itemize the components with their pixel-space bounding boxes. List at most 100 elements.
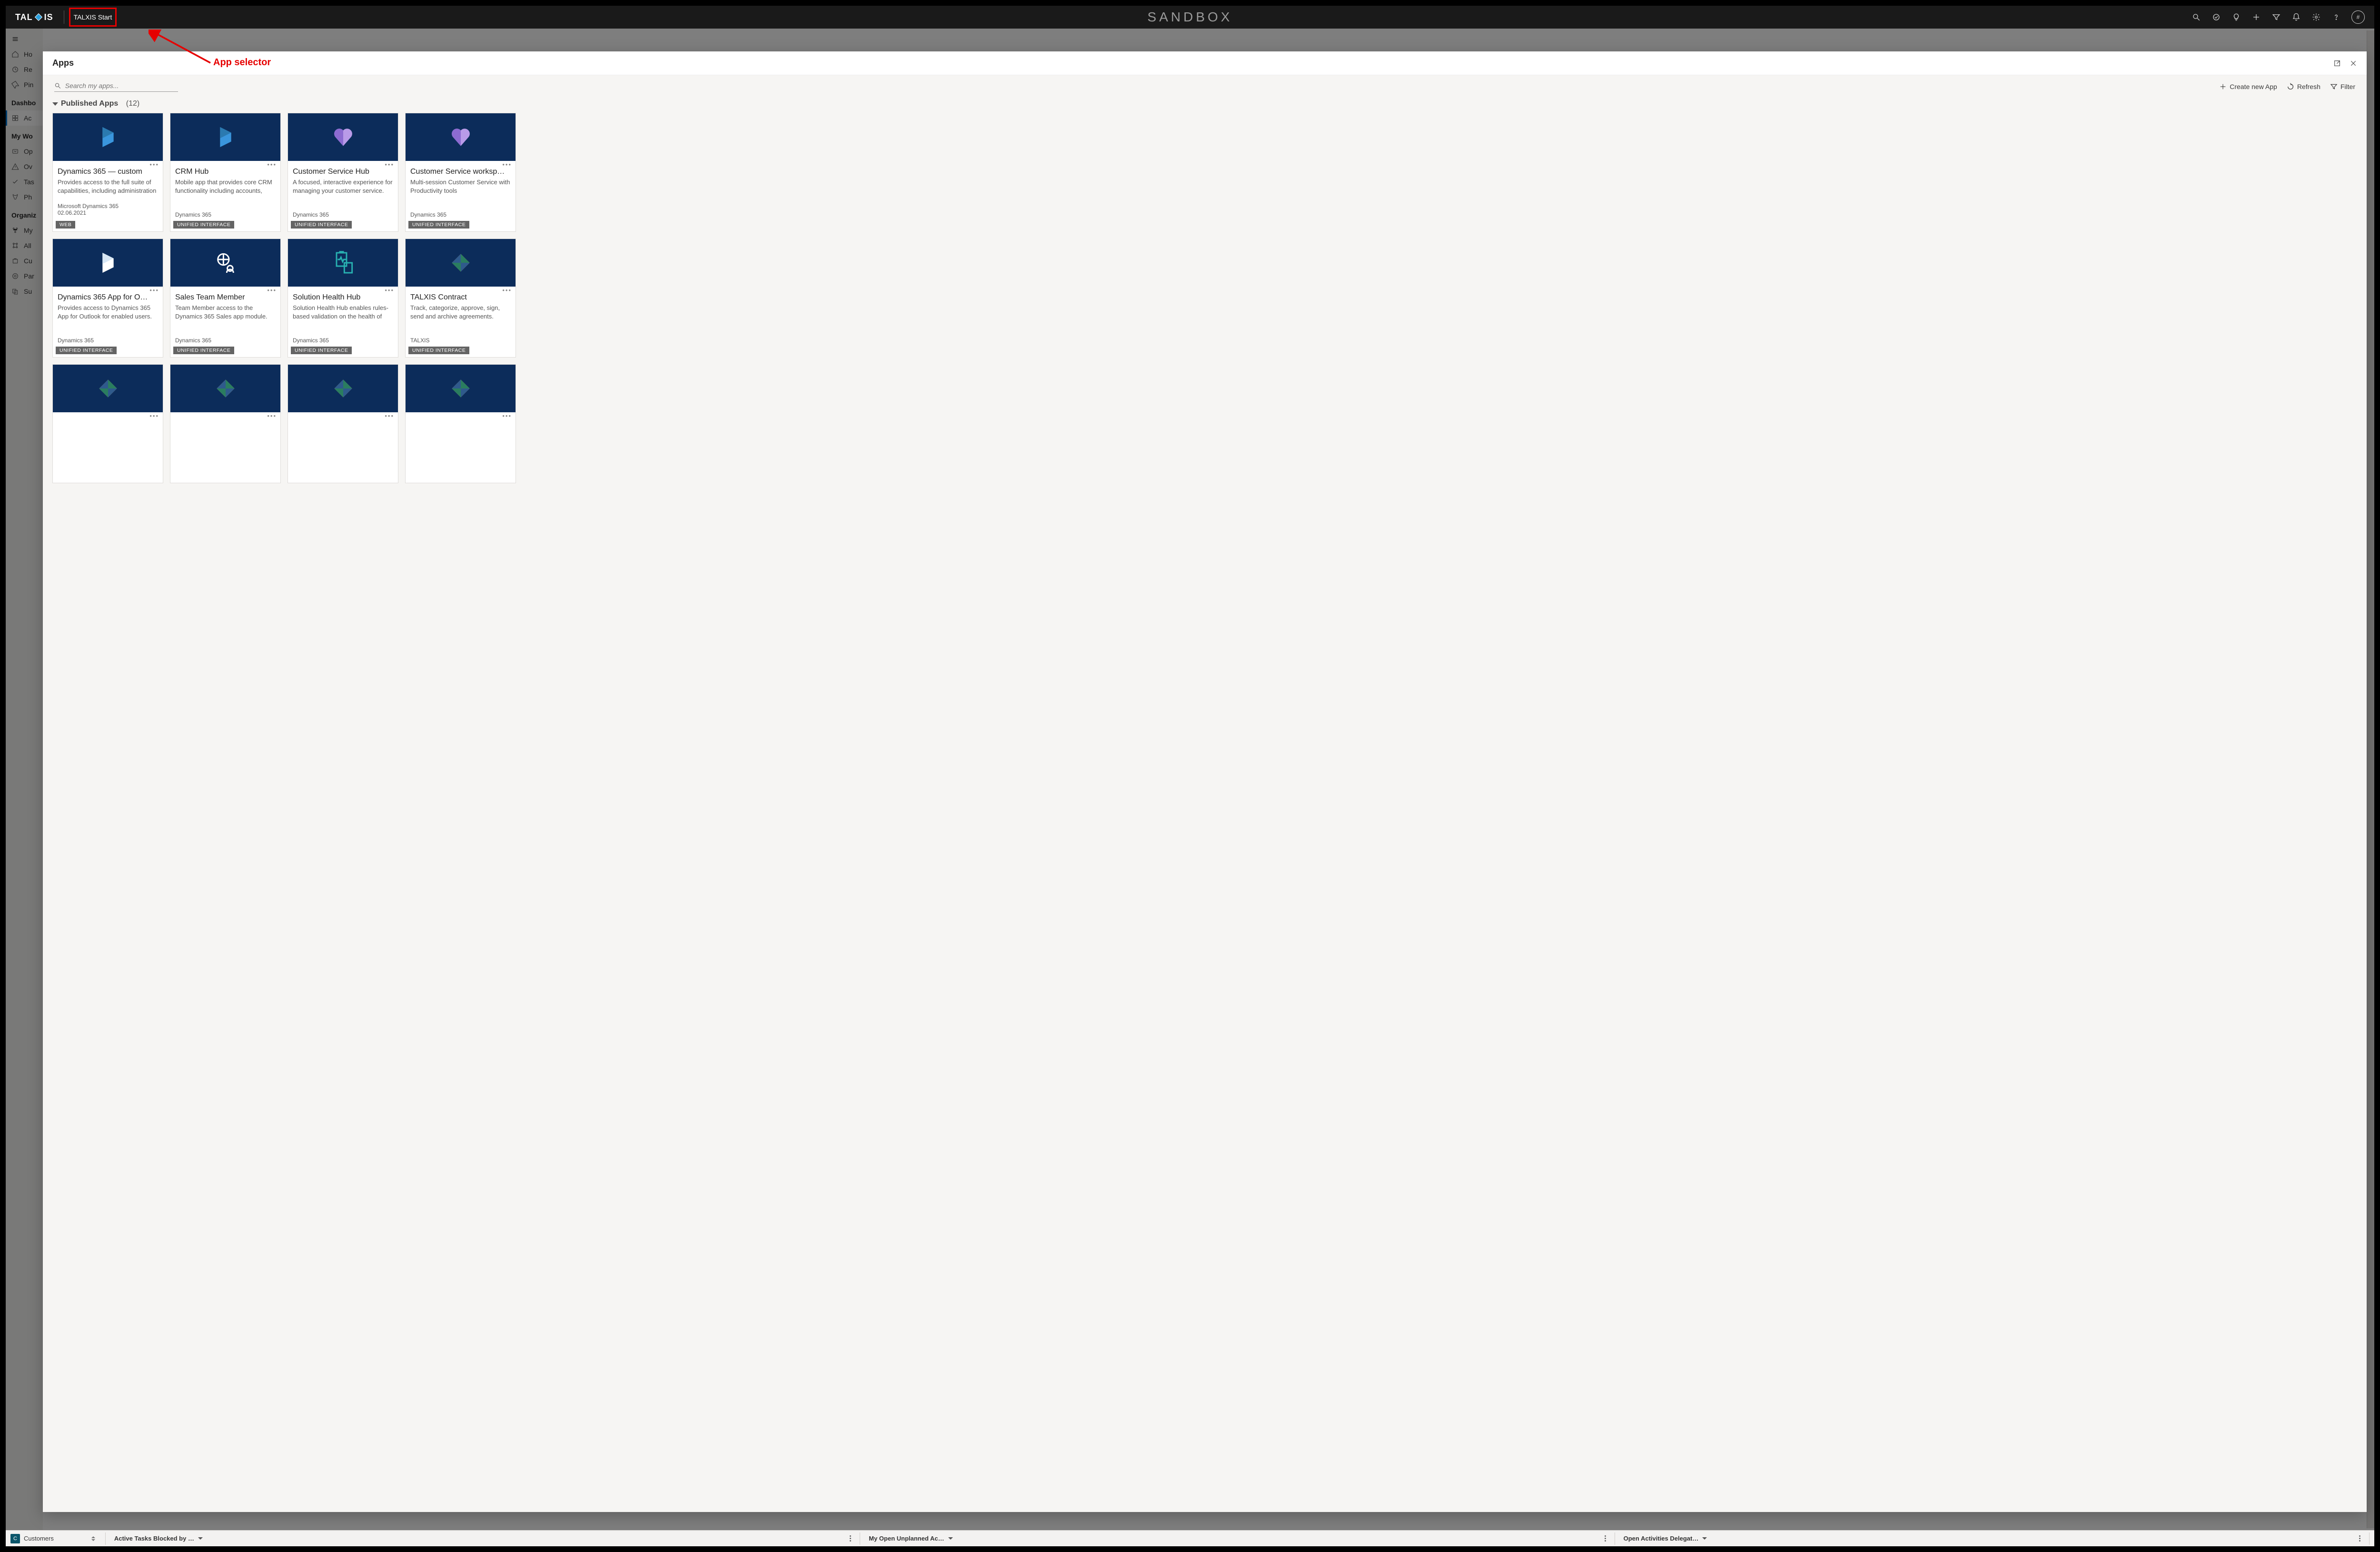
- app-card[interactable]: •••Customer Service worksp…Multi-session…: [405, 113, 516, 232]
- card-description: Team Member access to the Dynamics 365 S…: [170, 304, 280, 321]
- ellipsis-icon: •••: [267, 163, 277, 168]
- brand-x-icon: [34, 13, 43, 21]
- gear-icon[interactable]: [2311, 12, 2321, 22]
- brand-pre: TAL: [15, 12, 33, 22]
- app-card[interactable]: •••: [52, 364, 163, 483]
- chevron-down-icon: [948, 1537, 953, 1540]
- card-hero: [53, 365, 163, 412]
- app-card[interactable]: •••Dynamics 365 — customProvides access …: [52, 113, 163, 232]
- filter-button[interactable]: Filter: [2330, 83, 2355, 90]
- funnel-icon: [2330, 83, 2338, 90]
- app-card[interactable]: •••TALXIS ContractTrack, categorize, app…: [405, 239, 516, 358]
- card-publisher: Dynamics 365: [288, 209, 398, 218]
- card-menu-button[interactable]: •••: [53, 287, 163, 293]
- app-card[interactable]: •••CRM HubMobile app that provides core …: [170, 113, 281, 232]
- app-selector-label: TALXIS Start: [74, 13, 112, 21]
- card-menu-button[interactable]: •••: [406, 161, 516, 168]
- refresh-button[interactable]: Refresh: [2287, 83, 2320, 90]
- user-avatar[interactable]: #: [2351, 10, 2365, 24]
- card-menu-button[interactable]: •••: [170, 161, 280, 168]
- create-label: Create new App: [2230, 83, 2277, 90]
- brand-post: IS: [44, 12, 53, 22]
- search-input-wrap[interactable]: [54, 81, 178, 92]
- refresh-label: Refresh: [2297, 83, 2320, 90]
- card-title: Dynamics 365 App for O…: [53, 293, 163, 304]
- card-badge: UNIFIED INTERFACE: [56, 347, 117, 354]
- help-icon[interactable]: [2331, 12, 2341, 22]
- footer-view-item[interactable]: Open Activities Delegat…: [1624, 1535, 2360, 1542]
- card-hero: [288, 113, 398, 161]
- card-hero: [53, 113, 163, 161]
- card-menu-button[interactable]: •••: [288, 287, 398, 293]
- panel-title: Apps: [52, 58, 74, 68]
- card-description: Mobile app that provides core CRM functi…: [170, 178, 280, 195]
- app-card[interactable]: •••: [288, 364, 398, 483]
- card-title: CRM Hub: [170, 168, 280, 178]
- card-publisher: Dynamics 365: [53, 334, 163, 344]
- kebab-icon[interactable]: [850, 1535, 851, 1542]
- ellipsis-icon: •••: [267, 414, 277, 419]
- card-menu-button[interactable]: •••: [170, 412, 280, 419]
- bell-icon[interactable]: [2291, 12, 2301, 22]
- card-menu-button[interactable]: •••: [170, 287, 280, 293]
- kebab-icon[interactable]: [2359, 1535, 2360, 1542]
- footer-view-item[interactable]: My Open Unplanned Ac…: [869, 1535, 1606, 1542]
- card-badge: UNIFIED INTERFACE: [173, 221, 234, 229]
- card-menu-button[interactable]: •••: [53, 161, 163, 168]
- card-badge: UNIFIED INTERFACE: [408, 221, 469, 229]
- footer-divider: [105, 1532, 106, 1545]
- chevron-down-icon: [52, 102, 58, 106]
- topbar-actions: #: [2192, 10, 2365, 24]
- plus-icon[interactable]: [2251, 12, 2261, 22]
- card-menu-button[interactable]: •••: [406, 412, 516, 419]
- card-title: Solution Health Hub: [288, 293, 398, 304]
- card-menu-button[interactable]: •••: [288, 412, 398, 419]
- brand-logo: TAL IS: [15, 12, 53, 22]
- card-badge: UNIFIED INTERFACE: [173, 347, 234, 354]
- apps-grid-scroll[interactable]: •••Dynamics 365 — customProvides access …: [43, 113, 2367, 1512]
- card-hero: [406, 239, 516, 287]
- ellipsis-icon: •••: [267, 289, 277, 293]
- footer-view-item[interactable]: Active Tasks Blocked by …: [114, 1535, 851, 1542]
- kebab-icon[interactable]: [1605, 1535, 1606, 1542]
- card-badge: UNIFIED INTERFACE: [291, 221, 352, 229]
- card-menu-button[interactable]: •••: [406, 287, 516, 293]
- app-card[interactable]: •••Customer Service HubA focused, intera…: [288, 113, 398, 232]
- app-selector[interactable]: TALXIS Start: [72, 10, 114, 24]
- popout-icon[interactable]: [2333, 60, 2341, 67]
- close-icon[interactable]: [2350, 60, 2357, 67]
- card-menu-button[interactable]: •••: [53, 412, 163, 419]
- card-badge: UNIFIED INTERFACE: [408, 347, 469, 354]
- card-description: [170, 421, 280, 438]
- app-card[interactable]: •••Solution Health HubSolution Health Hu…: [288, 239, 398, 358]
- section-title: Published Apps: [61, 99, 118, 108]
- card-description: Provides access to the full suite of cap…: [53, 178, 163, 195]
- app-card[interactable]: •••Sales Team MemberTeam Member access t…: [170, 239, 281, 358]
- card-title: Dynamics 365 — custom: [53, 168, 163, 178]
- card-badge: WEB: [56, 221, 75, 229]
- footer-divider: [2369, 1532, 2370, 1545]
- app-card[interactable]: •••: [405, 364, 516, 483]
- create-new-app-button[interactable]: Create new App: [2219, 83, 2277, 90]
- card-publisher: Dynamics 365: [170, 209, 280, 218]
- task-check-icon[interactable]: [2211, 12, 2221, 22]
- footer-area-selector[interactable]: C Customers: [10, 1534, 97, 1543]
- environment-label: SANDBOX: [1148, 10, 1233, 25]
- card-description: Provides access to Dynamics 365 App for …: [53, 304, 163, 321]
- funnel-icon[interactable]: [2271, 12, 2281, 22]
- card-description: [406, 421, 516, 438]
- search-icon[interactable]: [2192, 12, 2201, 22]
- apps-panel: Apps Create new App Refresh: [43, 51, 2367, 1512]
- ellipsis-icon: •••: [502, 414, 512, 419]
- card-hero: [288, 239, 398, 287]
- card-title: Customer Service worksp…: [406, 168, 516, 178]
- panel-header: Apps: [43, 51, 2367, 75]
- app-card[interactable]: •••: [170, 364, 281, 483]
- card-menu-button[interactable]: •••: [288, 161, 398, 168]
- app-card[interactable]: •••Dynamics 365 App for O…Provides acces…: [52, 239, 163, 358]
- search-input[interactable]: [65, 82, 178, 90]
- bulb-icon[interactable]: [2231, 12, 2241, 22]
- card-hero: [170, 113, 280, 161]
- card-publisher: TALXIS: [406, 334, 516, 344]
- section-header[interactable]: Published Apps (12): [43, 95, 2367, 113]
